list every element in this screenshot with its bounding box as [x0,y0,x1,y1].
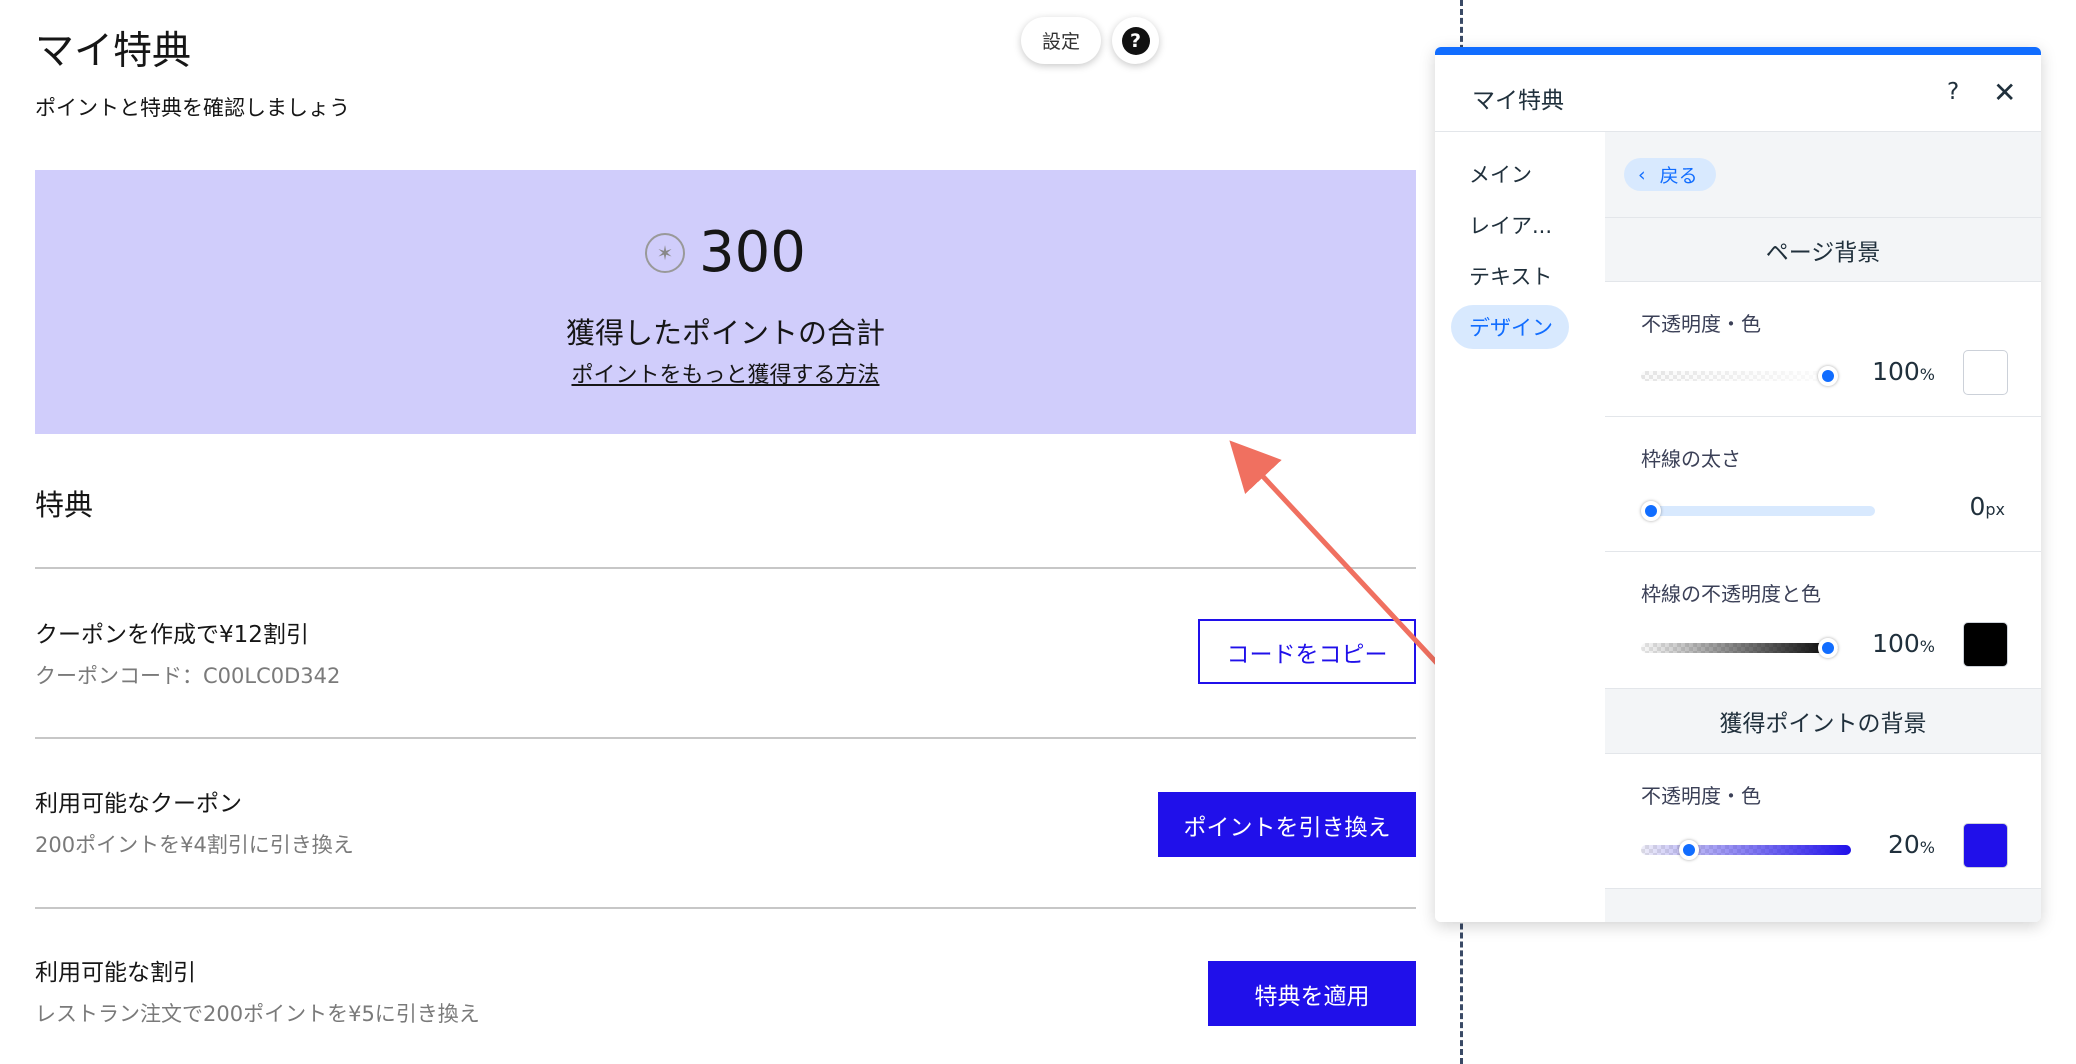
setting-label: 枠線の太さ [1641,447,1741,471]
reward-description: クーポンコード：C00LC0D342 [35,664,341,688]
nav-item-main[interactable]: メイン [1451,152,1569,196]
rewards-page: マイ特典 ポイントと特典を確認しましょう 設定 ? ✶ 300 獲得したポイント… [0,0,1460,1064]
slider-knob[interactable] [1818,638,1838,658]
back-row: ‹ 戻る [1605,132,2041,218]
panel-close-icon[interactable]: ✕ [1993,76,2016,109]
points-opacity-value[interactable]: 20% [1867,830,1935,859]
border-color-swatch[interactable] [1963,622,2008,667]
back-button[interactable]: ‹ 戻る [1624,158,1716,191]
panel-nav: メイン レイア... テキスト デザイン [1435,132,1605,922]
settings-panel: マイ特典 ? ✕ メイン レイア... テキスト デザイン ‹ 戻る ページ背景… [1435,47,2041,922]
points-value: 300 [699,220,806,285]
slider-knob[interactable] [1679,840,1699,860]
settings-button[interactable]: 設定 [1021,17,1101,64]
value-unit: % [1919,637,1935,656]
apply-reward-button[interactable]: 特典を適用 [1208,961,1416,1026]
copy-code-button[interactable]: コードをコピー [1198,619,1416,684]
nav-item-layout[interactable]: レイア... [1451,203,1569,247]
points-opacity-color-setting: 不透明度・色 20% [1605,754,2041,889]
page-title: マイ特典 [35,29,192,74]
page-opacity-slider[interactable] [1641,366,1838,386]
back-label: 戻る [1659,165,1698,187]
panel-title: マイ特典 [1472,88,1564,114]
reward-description: 200ポイントを¥4割引に引き換え [35,833,354,857]
divider [35,907,1416,909]
nav-item-text[interactable]: テキスト [1451,254,1569,298]
slider-knob[interactable] [1818,366,1838,386]
panel-header: マイ特典 ? ✕ [1435,55,2041,132]
reward-description: レストラン注文で200ポイントを¥5に引き換え [35,1002,480,1026]
value-number: 20 [1887,830,1920,859]
value-number: 100 [1872,357,1920,386]
help-button[interactable]: ? [1112,17,1159,64]
points-row: ✶ 300 [35,220,1416,285]
border-opacity-color-setting: 枠線の不透明度と色 100% [1605,552,2041,689]
reward-title: 利用可能な割引 [35,960,196,986]
points-label: 獲得したポイントの合計 [565,316,885,350]
value-unit: % [1919,365,1935,384]
divider [35,567,1416,569]
border-width-slider[interactable] [1641,501,1875,521]
reward-title: 利用可能なクーポン [35,791,242,817]
help-icon: ? [1121,26,1150,55]
page-opacity-color-setting: 不透明度・色 100% [1605,282,2041,417]
value-unit: px [1985,500,2005,519]
slider-fill [1641,845,1851,855]
how-to-earn-link[interactable]: ポイントをもっと獲得する方法 [571,363,879,388]
points-color-swatch[interactable] [1963,823,2008,868]
rewards-heading: 特典 [35,488,94,522]
setting-label: 枠線の不透明度と色 [1641,582,1821,606]
how-to-earn-link-wrap: ポイントをもっと獲得する方法 [35,357,1416,389]
slider-knob[interactable] [1641,501,1661,521]
points-card[interactable]: ✶ 300 獲得したポイントの合計 ポイントをもっと獲得する方法 [35,170,1416,434]
page-subtitle: ポイントと特典を確認しましょう [35,96,350,120]
slider-fill [1641,643,1838,653]
page-color-swatch[interactable] [1963,350,2008,395]
points-opacity-slider[interactable] [1641,840,1851,860]
redeem-points-button[interactable]: ポイントを引き換え [1158,792,1416,857]
value-number: 100 [1872,629,1920,658]
setting-label: 不透明度・色 [1641,312,1761,336]
value-number: 0 [1969,492,1986,521]
section-heading-page-background: ページ背景 [1605,218,2041,282]
panel-content: ‹ 戻る ページ背景 不透明度・色 100% 枠線の太さ 0px 枠線の不透明度 [1605,132,2041,922]
section-heading-points-background: 獲得ポイントの背景 [1605,689,2041,754]
border-opacity-value[interactable]: 100% [1860,629,1935,658]
page-opacity-value[interactable]: 100% [1860,357,1935,386]
slider-fill [1641,371,1838,381]
chevron-left-icon: ‹ [1638,163,1646,186]
value-unit: % [1919,838,1935,857]
border-opacity-slider[interactable] [1641,638,1838,658]
setting-label: 不透明度・色 [1641,784,1761,808]
star-coin-icon: ✶ [645,232,686,273]
border-width-value[interactable]: 0px [1895,492,2005,521]
reward-title: クーポンを作成で¥12割引 [35,622,309,648]
panel-help-icon[interactable]: ? [1947,79,1959,105]
border-width-setting: 枠線の太さ 0px [1605,417,2041,552]
panel-top-bar [1435,47,2041,55]
divider [35,737,1416,739]
nav-item-design[interactable]: デザイン [1451,305,1569,349]
